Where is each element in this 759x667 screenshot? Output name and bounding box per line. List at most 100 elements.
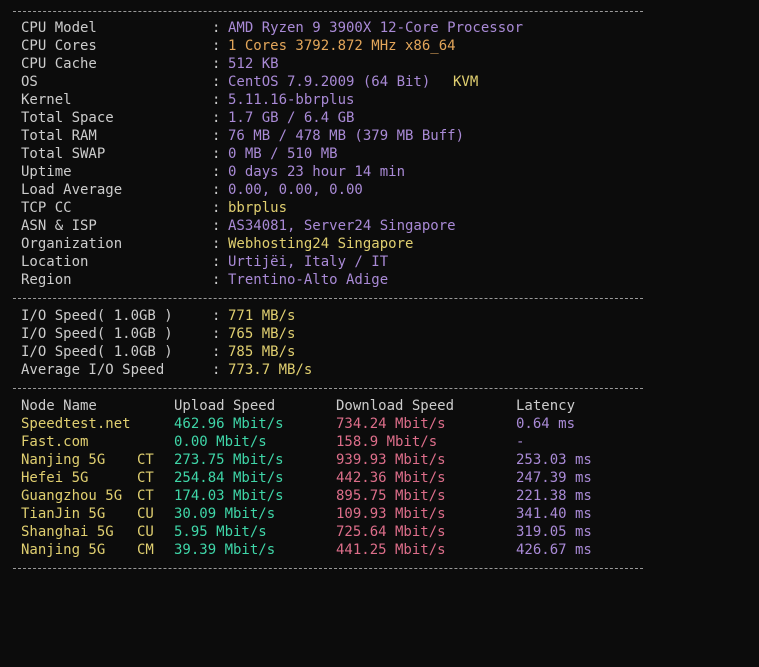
info-row-total-ram: Total RAM : 76 MB / 478 MB (379 MB Buff) <box>13 127 464 145</box>
node-isp: CT <box>137 452 154 468</box>
separator-line <box>13 568 643 569</box>
info-label: CPU Model <box>21 20 97 36</box>
info-value: 512 KB <box>228 56 279 72</box>
info-value: Urtijëi, Italy / IT <box>228 254 389 270</box>
info-label: Organization <box>21 236 123 252</box>
speedtest-row: Shanghai 5G CU 5.95 Mbit/s 725.64 Mbit/s… <box>13 523 592 541</box>
info-value: Webhosting24 Singapore <box>228 236 414 252</box>
info-label: Kernel <box>21 92 72 108</box>
speedtest-row: Guangzhou 5G CT 174.03 Mbit/s 895.75 Mbi… <box>13 487 592 505</box>
header-download-speed: Download Speed <box>336 398 455 414</box>
download-speed: 158.9 Mbit/s <box>336 434 438 450</box>
info-colon: : <box>212 236 221 252</box>
node-isp: CU <box>137 524 154 540</box>
info-row-region: Region : Trentino-Alto Adige <box>13 271 388 289</box>
info-row-asn-isp: ASN & ISP : AS34081, Server24 Singapore <box>13 217 456 235</box>
info-row-cpu-cores: CPU Cores : 1 Cores 3792.872 MHz x86_64 <box>13 37 456 55</box>
upload-speed: 254.84 Mbit/s <box>174 470 284 486</box>
info-label: TCP CC <box>21 200 72 216</box>
info-value: 0.00, 0.00, 0.00 <box>228 182 363 198</box>
io-label: I/O Speed( 1.0GB ) <box>21 326 173 342</box>
speedtest-row: Nanjing 5G CT 273.75 Mbit/s 939.93 Mbit/… <box>13 451 592 469</box>
info-value: AMD Ryzen 9 3900X 12-Core Processor <box>228 20 524 36</box>
header-upload-speed: Upload Speed <box>174 398 276 414</box>
upload-speed: 0.00 Mbit/s <box>174 434 267 450</box>
info-colon: : <box>212 146 221 162</box>
upload-speed: 273.75 Mbit/s <box>174 452 284 468</box>
download-speed: 939.93 Mbit/s <box>336 452 446 468</box>
node-isp: CM <box>137 542 154 558</box>
info-row-organization: Organization : Webhosting24 Singapore <box>13 235 413 253</box>
speedtest-row: Fast.com 0.00 Mbit/s 158.9 Mbit/s - <box>13 433 524 451</box>
info-label: Uptime <box>21 164 72 180</box>
upload-speed: 39.39 Mbit/s <box>174 542 276 558</box>
node-name: Nanjing 5G <box>21 542 106 558</box>
separator-line <box>13 388 643 389</box>
download-speed: 442.36 Mbit/s <box>336 470 446 486</box>
info-value: AS34081, Server24 Singapore <box>228 218 456 234</box>
separator-line <box>13 298 643 299</box>
node-isp: CT <box>137 488 154 504</box>
io-value: 773.7 MB/s <box>228 362 313 378</box>
info-label: ASN & ISP <box>21 218 97 234</box>
info-colon: : <box>212 254 221 270</box>
info-value: 0 days 23 hour 14 min <box>228 164 406 180</box>
latency: 253.03 ms <box>516 452 592 468</box>
latency: - <box>516 434 525 450</box>
speedtest-row: Nanjing 5G CM 39.39 Mbit/s 441.25 Mbit/s… <box>13 541 592 559</box>
info-value: 76 MB / 478 MB (379 MB Buff) <box>228 128 465 144</box>
info-label: Total Space <box>21 110 114 126</box>
virtualization-badge: KVM <box>453 74 479 90</box>
info-label: Total SWAP <box>21 146 106 162</box>
info-value: 0 MB / 510 MB <box>228 146 338 162</box>
io-row: I/O Speed( 1.0GB ) : 765 MB/s <box>13 325 295 343</box>
speedtest-row: TianJin 5G CU 30.09 Mbit/s 109.93 Mbit/s… <box>13 505 592 523</box>
info-label: Region <box>21 272 72 288</box>
info-colon: : <box>212 38 221 54</box>
info-colon: : <box>212 218 221 234</box>
upload-speed: 462.96 Mbit/s <box>174 416 284 432</box>
download-speed: 109.93 Mbit/s <box>336 506 446 522</box>
io-colon: : <box>212 326 221 342</box>
upload-speed: 174.03 Mbit/s <box>174 488 284 504</box>
info-row-uptime: Uptime : 0 days 23 hour 14 min <box>13 163 405 181</box>
info-row-tcp-cc: TCP CC : bbrplus <box>13 199 287 217</box>
info-row-kernel: Kernel : 5.11.16-bbrplus <box>13 91 354 109</box>
info-colon: : <box>212 182 221 198</box>
info-label: OS <box>21 74 38 90</box>
io-colon: : <box>212 362 221 378</box>
latency: 221.38 ms <box>516 488 592 504</box>
header-latency: Latency <box>516 398 576 414</box>
io-value: 765 MB/s <box>228 326 296 342</box>
separator-line <box>13 11 643 12</box>
latency: 0.64 ms <box>516 416 576 432</box>
info-colon: : <box>212 200 221 216</box>
info-row-load-average: Load Average : 0.00, 0.00, 0.00 <box>13 181 363 199</box>
node-name: TianJin 5G <box>21 506 106 522</box>
io-value: 771 MB/s <box>228 308 296 324</box>
io-label: I/O Speed( 1.0GB ) <box>21 308 173 324</box>
latency: 426.67 ms <box>516 542 592 558</box>
node-isp: CT <box>137 470 154 486</box>
node-name: Guangzhou 5G <box>21 488 123 504</box>
info-value: Trentino-Alto Adige <box>228 272 389 288</box>
info-colon: : <box>212 20 221 36</box>
info-colon: : <box>212 110 221 126</box>
info-row-total-swap: Total SWAP : 0 MB / 510 MB <box>13 145 338 163</box>
speedtest-row: Speedtest.net 462.96 Mbit/s 734.24 Mbit/… <box>13 415 575 433</box>
info-row-location: Location : Urtijëi, Italy / IT <box>13 253 388 271</box>
io-row-average: Average I/O Speed : 773.7 MB/s <box>13 361 312 379</box>
info-label: Location <box>21 254 89 270</box>
info-value: 1.7 GB / 6.4 GB <box>228 110 355 126</box>
latency: 341.40 ms <box>516 506 592 522</box>
node-name: Speedtest.net <box>21 416 131 432</box>
node-isp: CU <box>137 506 154 522</box>
download-speed: 734.24 Mbit/s <box>336 416 446 432</box>
io-row: I/O Speed( 1.0GB ) : 771 MB/s <box>13 307 295 325</box>
info-colon: : <box>212 74 221 90</box>
speedtest-row: Hefei 5G CT 254.84 Mbit/s 442.36 Mbit/s … <box>13 469 592 487</box>
io-value: 785 MB/s <box>228 344 296 360</box>
io-colon: : <box>212 308 221 324</box>
node-name: Shanghai 5G <box>21 524 114 540</box>
download-speed: 895.75 Mbit/s <box>336 488 446 504</box>
